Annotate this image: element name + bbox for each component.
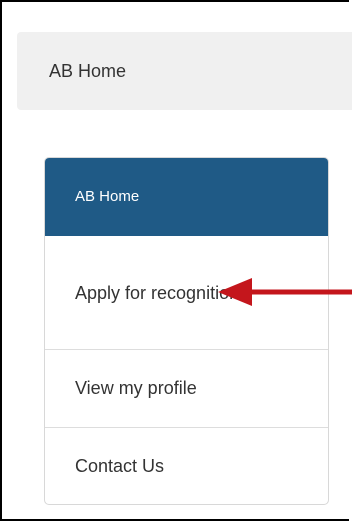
nav-item-view-my-profile[interactable]: View my profile [45,350,328,428]
nav-item-label: View my profile [75,378,197,398]
red-arrow-left-icon [218,278,352,306]
breadcrumb-current: AB Home [49,60,127,81]
page-frame: AB Home AB Home Apply for recognition Vi… [0,0,352,521]
nav-item-contact-us[interactable]: Contact Us [45,428,328,504]
nav-item-ab-home[interactable]: AB Home [45,158,328,236]
breadcrumb: AB Home [17,32,352,110]
sidebar-nav: AB Home Apply for recognition View my pr… [44,157,329,505]
nav-item-label: AB Home [75,188,140,205]
nav-item-label: Contact Us [75,455,165,476]
